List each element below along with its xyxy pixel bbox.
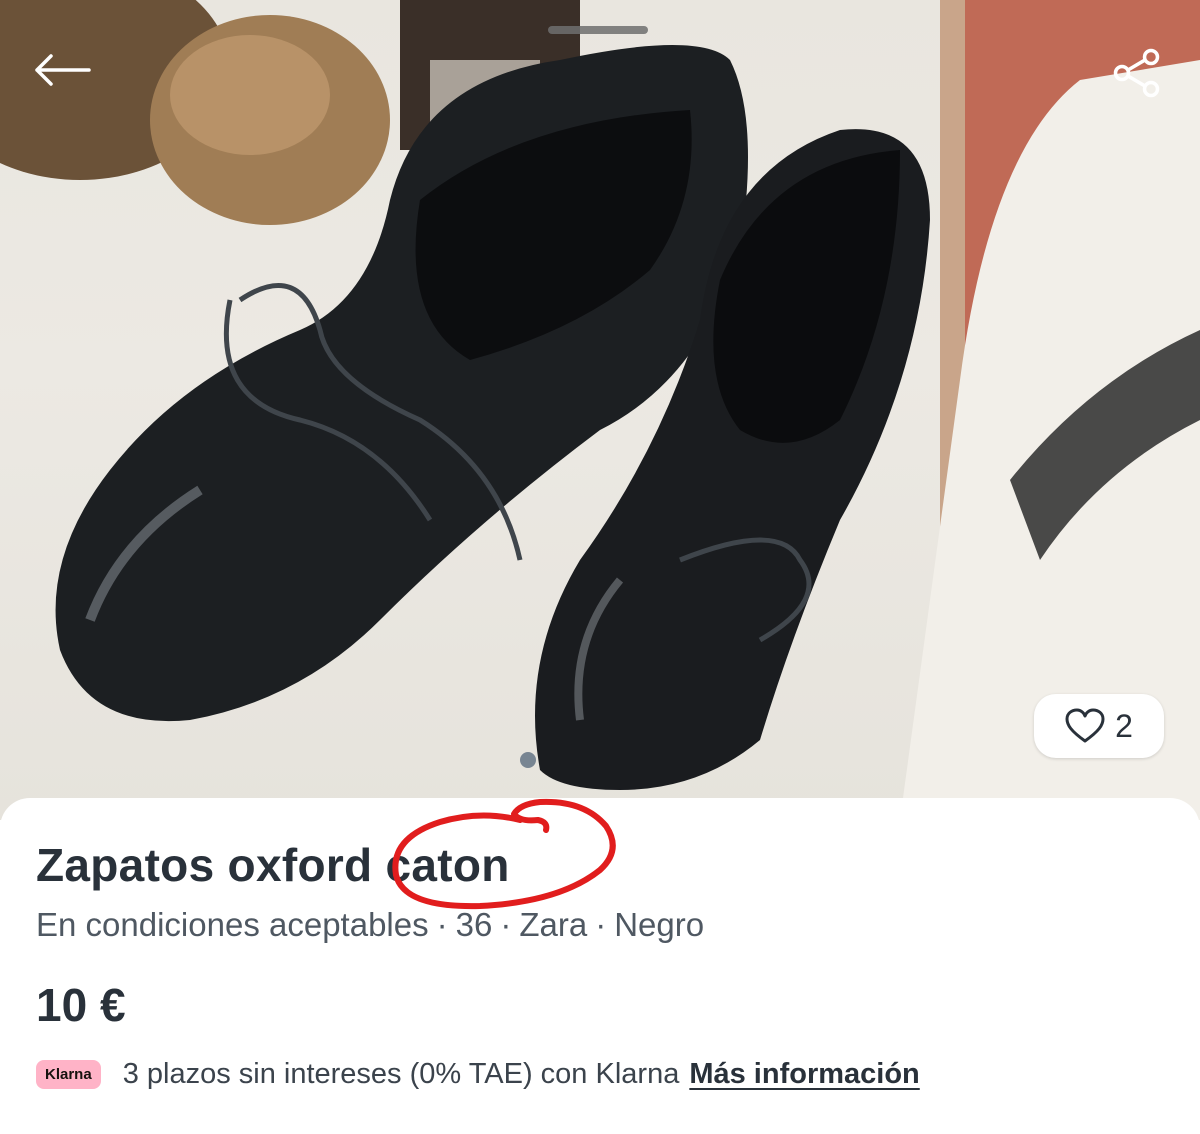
shoes-photo xyxy=(0,0,1200,820)
listing-price: 10 € xyxy=(36,979,126,1031)
back-button[interactable] xyxy=(26,40,98,100)
pagination-dot-active[interactable] xyxy=(520,752,536,768)
separator: · xyxy=(595,906,607,943)
separator: · xyxy=(500,906,512,943)
condition-label: En condiciones aceptables xyxy=(36,906,429,943)
klarna-financing-row: Klarna 3 plazos sin intereses (0% TAE) c… xyxy=(36,1058,920,1091)
klarna-logo: Klarna xyxy=(36,1060,101,1089)
separator: · xyxy=(436,906,448,943)
size-label: 36 xyxy=(455,906,493,943)
brand-label[interactable]: Zara xyxy=(519,906,587,943)
photo-pagination xyxy=(520,752,536,768)
listing-attributes: En condiciones aceptables · 36 · Zara · Negro xyxy=(36,906,704,944)
favorite-count: 2 xyxy=(1115,707,1133,744)
product-photo[interactable]: 2 xyxy=(0,0,1200,820)
listing-title: Zapatos oxford caton xyxy=(36,839,510,891)
favorite-button[interactable]: 2 xyxy=(1034,694,1164,758)
more-info-link[interactable]: Más información xyxy=(689,1058,919,1091)
klarna-description: 3 plazos sin intereses (0% TAE) con Klar… xyxy=(122,1058,680,1090)
heart-icon xyxy=(1065,708,1105,743)
arrow-left-icon xyxy=(35,54,91,86)
share-icon xyxy=(1113,48,1160,98)
drag-handle[interactable] xyxy=(548,26,648,34)
share-button[interactable] xyxy=(1104,40,1170,106)
color-label: Negro xyxy=(614,906,705,943)
